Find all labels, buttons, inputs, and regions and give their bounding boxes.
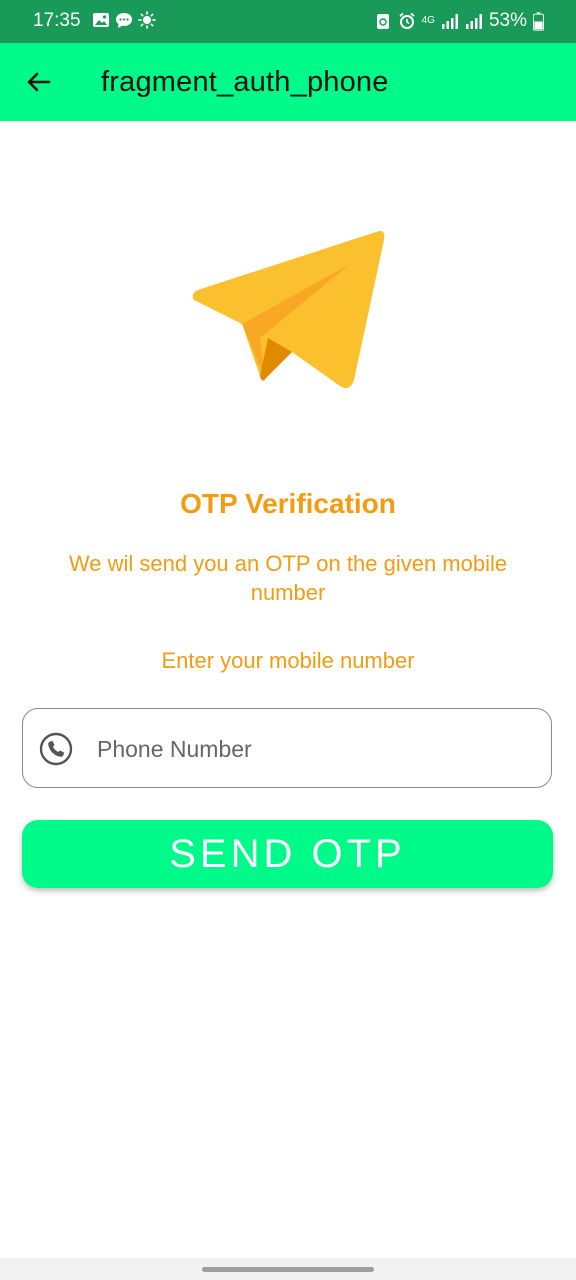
recycle-icon [376,14,389,29]
alarm-icon [399,12,415,29]
battery-percent: 53% [488,10,527,31]
phone-number-field[interactable] [22,708,552,789]
back-arrow-icon[interactable] [22,65,56,99]
network-type: 4G [421,15,435,26]
signal-icon-2 [465,14,482,29]
signal-icon [441,14,458,29]
battery-icon [533,11,544,31]
chat-icon [116,13,132,28]
otp-verification-heading: OTP Verification [180,488,396,519]
phone-icon [39,732,73,766]
paper-plane-icon [192,231,385,388]
send-otp-button[interactable]: SEND OTP [22,820,553,888]
home-gesture-handle[interactable] [202,1267,374,1272]
app-bar: fragment_auth_phone [0,43,576,121]
image-icon [93,13,109,27]
phone-number-input[interactable] [95,709,539,789]
status-bar: 17:35 4G 53% [0,0,576,43]
notification-icons [92,11,156,29]
brightness-icon [138,11,156,29]
mobile-number-prompt: Enter your mobile number [161,648,415,673]
status-time: 17:35 [33,10,81,31]
otp-description: We wil send you an OTP on the given mobi… [68,551,508,605]
navigation-bar [0,1258,576,1280]
page-title: fragment_auth_phone [101,66,389,98]
system-icons: 4G 53% [374,10,544,32]
